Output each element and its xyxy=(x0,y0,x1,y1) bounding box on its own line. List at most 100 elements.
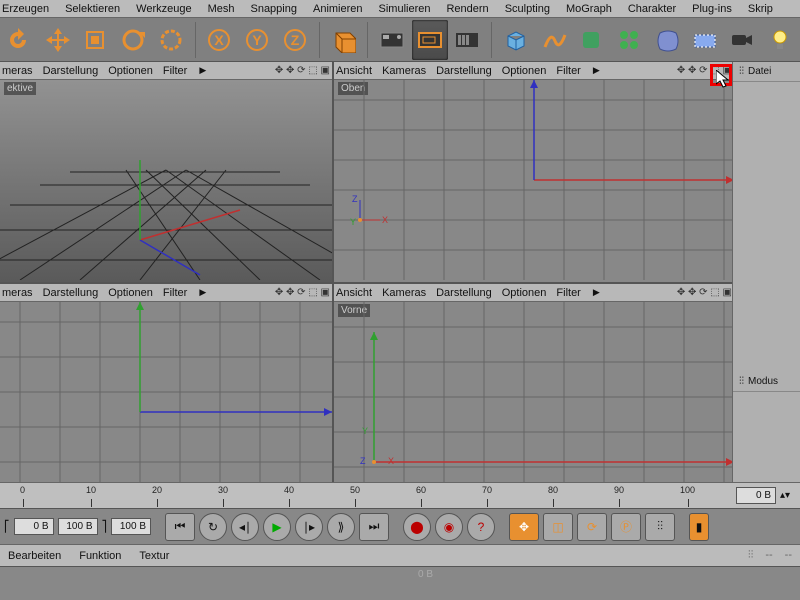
tick: 90 xyxy=(614,485,624,495)
svg-text:Z: Z xyxy=(360,456,366,466)
generator-tool[interactable] xyxy=(574,20,610,60)
menu-erzeugen[interactable]: Erzeugen xyxy=(2,3,49,15)
key-scale-button[interactable]: ◫ xyxy=(543,513,573,541)
play-button[interactable]: ▶ xyxy=(263,513,291,541)
vp-menu-optionen[interactable]: Optionen xyxy=(502,287,547,299)
viewport-perspective: meras Darstellung Optionen Filter ▶ ✥ ✥ … xyxy=(0,62,332,282)
timeline-ruler[interactable]: 0 10 20 30 40 50 60 70 80 90 100 0 B▴▾ xyxy=(0,482,800,508)
viewport-perspective-menubar: meras Darstellung Optionen Filter ▶ ✥ ✥ … xyxy=(0,62,332,80)
menu-funktion[interactable]: Funktion xyxy=(79,550,121,562)
coordinate-system[interactable] xyxy=(326,20,362,60)
next-key-button[interactable]: ∣▸ xyxy=(295,513,323,541)
menu-mesh[interactable]: Mesh xyxy=(208,3,235,15)
light-tool[interactable] xyxy=(762,20,798,60)
tab-datei[interactable]: ⫶⫶Datei xyxy=(733,62,800,82)
next-frame-button[interactable]: ⟫ xyxy=(327,513,355,541)
menu-animieren[interactable]: Animieren xyxy=(313,3,363,15)
rotate-tool[interactable] xyxy=(115,20,151,60)
viewport-top-menubar: Ansicht Kameras Darstellung Optionen Fil… xyxy=(334,62,734,80)
viewport-perspective-canvas[interactable]: ektive xyxy=(0,80,332,282)
viewport-top-canvas[interactable]: Oben Z X Y xyxy=(334,80,734,282)
last-tool[interactable] xyxy=(153,20,189,60)
render-view-button[interactable] xyxy=(374,20,410,60)
range-bracket[interactable]: ⎡ xyxy=(4,520,10,533)
prev-key-button[interactable]: ◂∣ xyxy=(231,513,259,541)
vp-menu-optionen[interactable]: Optionen xyxy=(108,287,153,299)
vp-menu-filter[interactable]: Filter xyxy=(163,287,187,299)
menu-snapping[interactable]: Snapping xyxy=(250,3,297,15)
menu-charakter[interactable]: Charakter xyxy=(628,3,676,15)
axis-z-toggle[interactable]: Z xyxy=(277,20,313,60)
tab-modus[interactable]: ⫶⫶Modus xyxy=(733,372,800,392)
key-param-button[interactable]: Ⓟ xyxy=(611,513,641,541)
stepper-icon[interactable]: ▴▾ xyxy=(780,490,790,501)
vp-menu-filter[interactable]: Filter xyxy=(556,287,580,299)
viewport-nav-icons[interactable]: ✥ ✥ ⟳ ⬚ ▣ xyxy=(677,65,732,76)
tick: 100 xyxy=(680,485,695,495)
svg-text:Z: Z xyxy=(291,32,300,48)
vp-menu-optionen[interactable]: Optionen xyxy=(502,65,547,77)
film-icon[interactable]: ▮ xyxy=(689,513,709,541)
menu-plugins[interactable]: Plug-ins xyxy=(692,3,732,15)
menu-textur[interactable]: Textur xyxy=(139,550,169,562)
key-move-button[interactable]: ✥ xyxy=(509,513,539,541)
vp-menu-filter[interactable]: Filter xyxy=(163,65,187,77)
vp-menu-kameras[interactable]: Kameras xyxy=(382,65,426,77)
menu-werkzeuge[interactable]: Werkzeuge xyxy=(136,3,191,15)
menu-mograph[interactable]: MoGraph xyxy=(566,3,612,15)
loop-button[interactable]: ↻ xyxy=(199,513,227,541)
record-button[interactable]: ⬤ xyxy=(403,513,431,541)
current-frame-field[interactable]: 100 B xyxy=(111,518,151,535)
svg-text:Y: Y xyxy=(362,426,368,436)
menu-bearbeiten[interactable]: Bearbeiten xyxy=(8,550,61,562)
axis-y-toggle[interactable]: Y xyxy=(239,20,275,60)
autokey-button[interactable]: ◉ xyxy=(435,513,463,541)
move-tool[interactable] xyxy=(40,20,76,60)
vp-menu-kameras[interactable]: Kameras xyxy=(382,287,426,299)
cloner-tool[interactable] xyxy=(611,20,647,60)
goto-end-button[interactable]: ⏭ xyxy=(359,513,389,541)
vp-menu-darstellung[interactable]: Darstellung xyxy=(436,65,492,77)
vp-menu-filter[interactable]: Filter xyxy=(556,65,580,77)
vp-menu-ansicht[interactable]: Ansicht xyxy=(336,65,372,77)
svg-text:Y: Y xyxy=(252,32,262,48)
main-toolbar: X Y Z xyxy=(0,18,800,62)
vp-menu-optionen[interactable]: Optionen xyxy=(108,65,153,77)
range-end-field[interactable]: 100 B xyxy=(58,518,98,535)
viewport-nav-icons[interactable]: ✥ ✥ ⟳ ⬚ ▣ xyxy=(677,287,732,298)
goto-start-button[interactable]: ⏮ xyxy=(165,513,195,541)
menu-simulieren[interactable]: Simulieren xyxy=(379,3,431,15)
spline-primitive[interactable] xyxy=(536,20,572,60)
vp-menu-kameras[interactable]: meras xyxy=(2,65,33,77)
timeline-frame-field[interactable]: 0 B xyxy=(736,487,776,504)
axis-x-toggle[interactable]: X xyxy=(201,20,237,60)
vp-menu-ansicht[interactable]: Ansicht xyxy=(336,287,372,299)
menu-skript[interactable]: Skrip xyxy=(748,3,773,15)
environment-tool[interactable] xyxy=(687,20,723,60)
range-bracket[interactable]: ⎤ xyxy=(102,520,108,533)
camera-tool[interactable] xyxy=(725,20,761,60)
grip-icon[interactable]: ⫶⫶ xyxy=(748,549,754,562)
viewport-right-canvas[interactable] xyxy=(0,302,332,484)
undo-button[interactable] xyxy=(2,20,38,60)
render-region-button[interactable] xyxy=(412,20,448,60)
render-settings-button[interactable] xyxy=(450,20,486,60)
menu-rendern[interactable]: Rendern xyxy=(446,3,488,15)
viewport-nav-icons[interactable]: ✥ ✥ ⟳ ⬚ ▣ xyxy=(275,287,330,298)
cube-primitive[interactable] xyxy=(498,20,534,60)
viewport-nav-icons[interactable]: ✥ ✥ ⟳ ⬚ ▣ xyxy=(275,65,330,76)
vp-menu-darstellung[interactable]: Darstellung xyxy=(43,287,99,299)
vp-menu-kameras[interactable]: meras xyxy=(2,287,33,299)
help-button[interactable]: ? xyxy=(467,513,495,541)
chevron-right-icon: ▶ xyxy=(593,287,600,298)
deformer-tool[interactable] xyxy=(649,20,685,60)
menu-selektieren[interactable]: Selektieren xyxy=(65,3,120,15)
viewport-front-canvas[interactable]: Vorne YZX xyxy=(334,302,734,484)
vp-menu-darstellung[interactable]: Darstellung xyxy=(436,287,492,299)
range-start-field[interactable]: 0 B xyxy=(14,518,54,535)
scale-tool[interactable] xyxy=(77,20,113,60)
key-rotate-button[interactable]: ⟳ xyxy=(577,513,607,541)
menu-sculpting[interactable]: Sculpting xyxy=(505,3,550,15)
key-pla-button[interactable]: ⫶⫶ xyxy=(645,513,675,541)
vp-menu-darstellung[interactable]: Darstellung xyxy=(43,65,99,77)
